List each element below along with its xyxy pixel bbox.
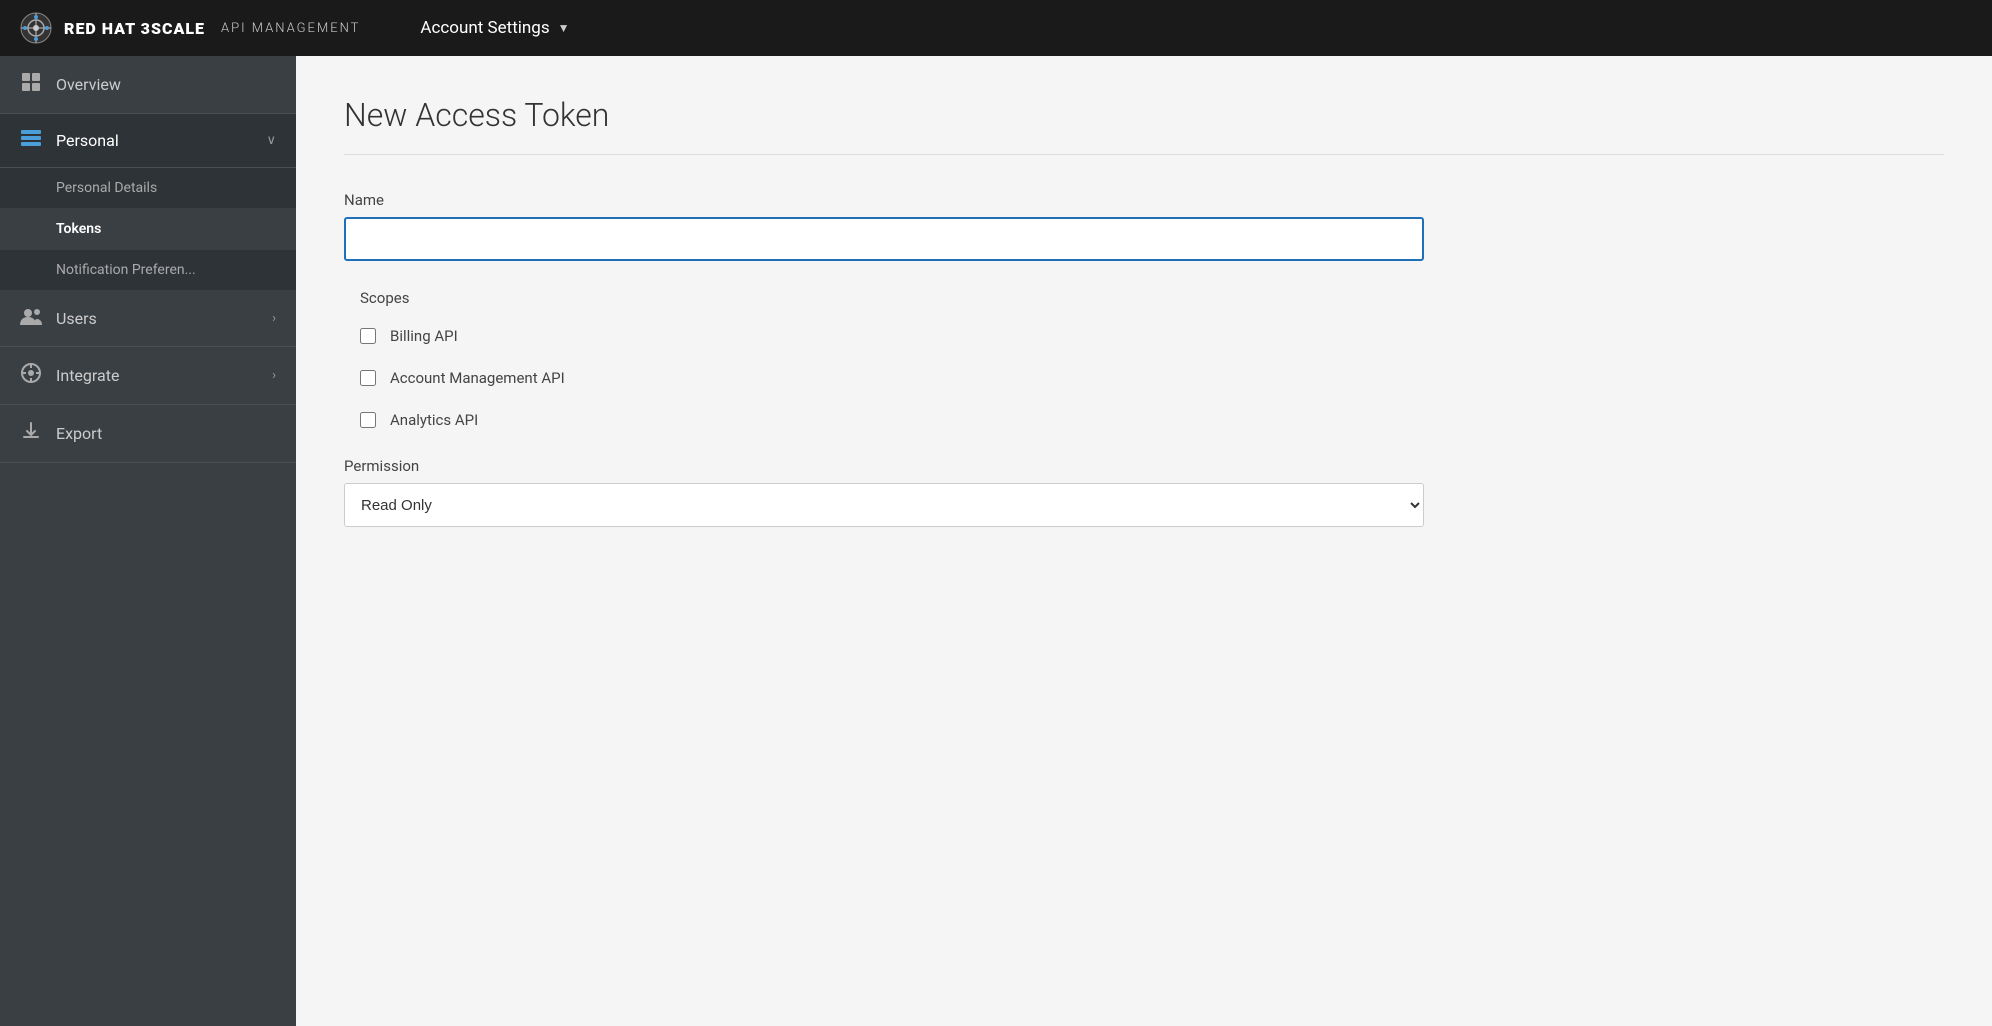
analytics-api-label[interactable]: Analytics API	[390, 411, 478, 429]
sidebar-item-export[interactable]: Export	[0, 405, 296, 463]
sidebar-item-personal[interactable]: Personal ∨	[0, 114, 296, 168]
brand: RED HAT 3SCALE API MANAGEMENT	[20, 12, 360, 44]
brand-name: RED HAT 3SCALE	[64, 19, 205, 38]
permission-select[interactable]: Read Only Read/Write	[344, 483, 1424, 527]
integrate-chevron-icon: ›	[272, 368, 276, 383]
divider	[344, 154, 1944, 155]
checkbox-group: Billing API Account Management API Analy…	[344, 327, 1424, 429]
top-nav-menu[interactable]: Account Settings ▼	[420, 18, 569, 38]
sidebar: Overview Personal ∨ Personal Details Tok…	[0, 56, 296, 1026]
top-nav: RED HAT 3SCALE API MANAGEMENT Account Se…	[0, 0, 1992, 56]
sidebar-item-export-label: Export	[56, 424, 276, 443]
page-title: New Access Token	[344, 96, 1944, 134]
personal-chevron-icon: ∨	[266, 133, 276, 148]
scopes-form-group: Scopes Billing API Account Management AP…	[344, 289, 1424, 429]
integrate-icon	[20, 363, 42, 388]
users-chevron-icon: ›	[272, 311, 276, 326]
name-label: Name	[344, 191, 1424, 209]
scopes-label: Scopes	[344, 289, 1424, 307]
form-section: Name Scopes Billing API Account Manageme…	[344, 191, 1424, 527]
name-form-group: Name	[344, 191, 1424, 261]
account-settings-label: Account Settings	[420, 18, 549, 38]
permission-label: Permission	[344, 457, 1424, 475]
account-management-api-label[interactable]: Account Management API	[390, 369, 565, 387]
billing-api-label[interactable]: Billing API	[390, 327, 458, 345]
main-content: New Access Token Name Scopes Billing API	[296, 56, 1992, 1026]
sidebar-item-integrate-label: Integrate	[56, 366, 258, 385]
sidebar-item-integrate[interactable]: Integrate ›	[0, 347, 296, 405]
sidebar-item-personal-label: Personal	[56, 131, 252, 150]
checkbox-item-account-management-api: Account Management API	[360, 369, 1424, 387]
sidebar-sub-personal: Personal Details Tokens Notification Pre…	[0, 168, 296, 291]
sidebar-item-users[interactable]: Users ›	[0, 291, 296, 347]
account-settings-menu[interactable]: Account Settings ▼	[420, 18, 569, 38]
export-icon	[20, 421, 42, 446]
account-settings-dropdown-arrow: ▼	[558, 21, 570, 35]
overview-icon	[20, 72, 42, 97]
brand-logo	[20, 12, 52, 44]
sidebar-sub-item-tokens[interactable]: Tokens	[0, 209, 296, 250]
account-management-api-checkbox[interactable]	[360, 370, 376, 386]
brand-sub: API MANAGEMENT	[221, 21, 360, 36]
billing-api-checkbox[interactable]	[360, 328, 376, 344]
name-input[interactable]	[344, 217, 1424, 261]
checkbox-item-analytics-api: Analytics API	[360, 411, 1424, 429]
tokens-label: Tokens	[56, 221, 101, 237]
checkbox-item-billing-api: Billing API	[360, 327, 1424, 345]
sidebar-item-users-label: Users	[56, 309, 258, 328]
sidebar-sub-item-notification-preferences[interactable]: Notification Preferen...	[0, 250, 296, 291]
analytics-api-checkbox[interactable]	[360, 412, 376, 428]
sidebar-item-overview-label: Overview	[56, 75, 276, 94]
personal-icon	[20, 130, 42, 151]
permission-form-group: Permission Read Only Read/Write	[344, 457, 1424, 527]
notification-preferences-label: Notification Preferen...	[56, 262, 196, 278]
layout: Overview Personal ∨ Personal Details Tok…	[0, 56, 1992, 1026]
users-icon	[20, 307, 42, 330]
personal-details-label: Personal Details	[56, 180, 157, 196]
sidebar-item-overview[interactable]: Overview	[0, 56, 296, 114]
sidebar-sub-item-personal-details[interactable]: Personal Details	[0, 168, 296, 209]
